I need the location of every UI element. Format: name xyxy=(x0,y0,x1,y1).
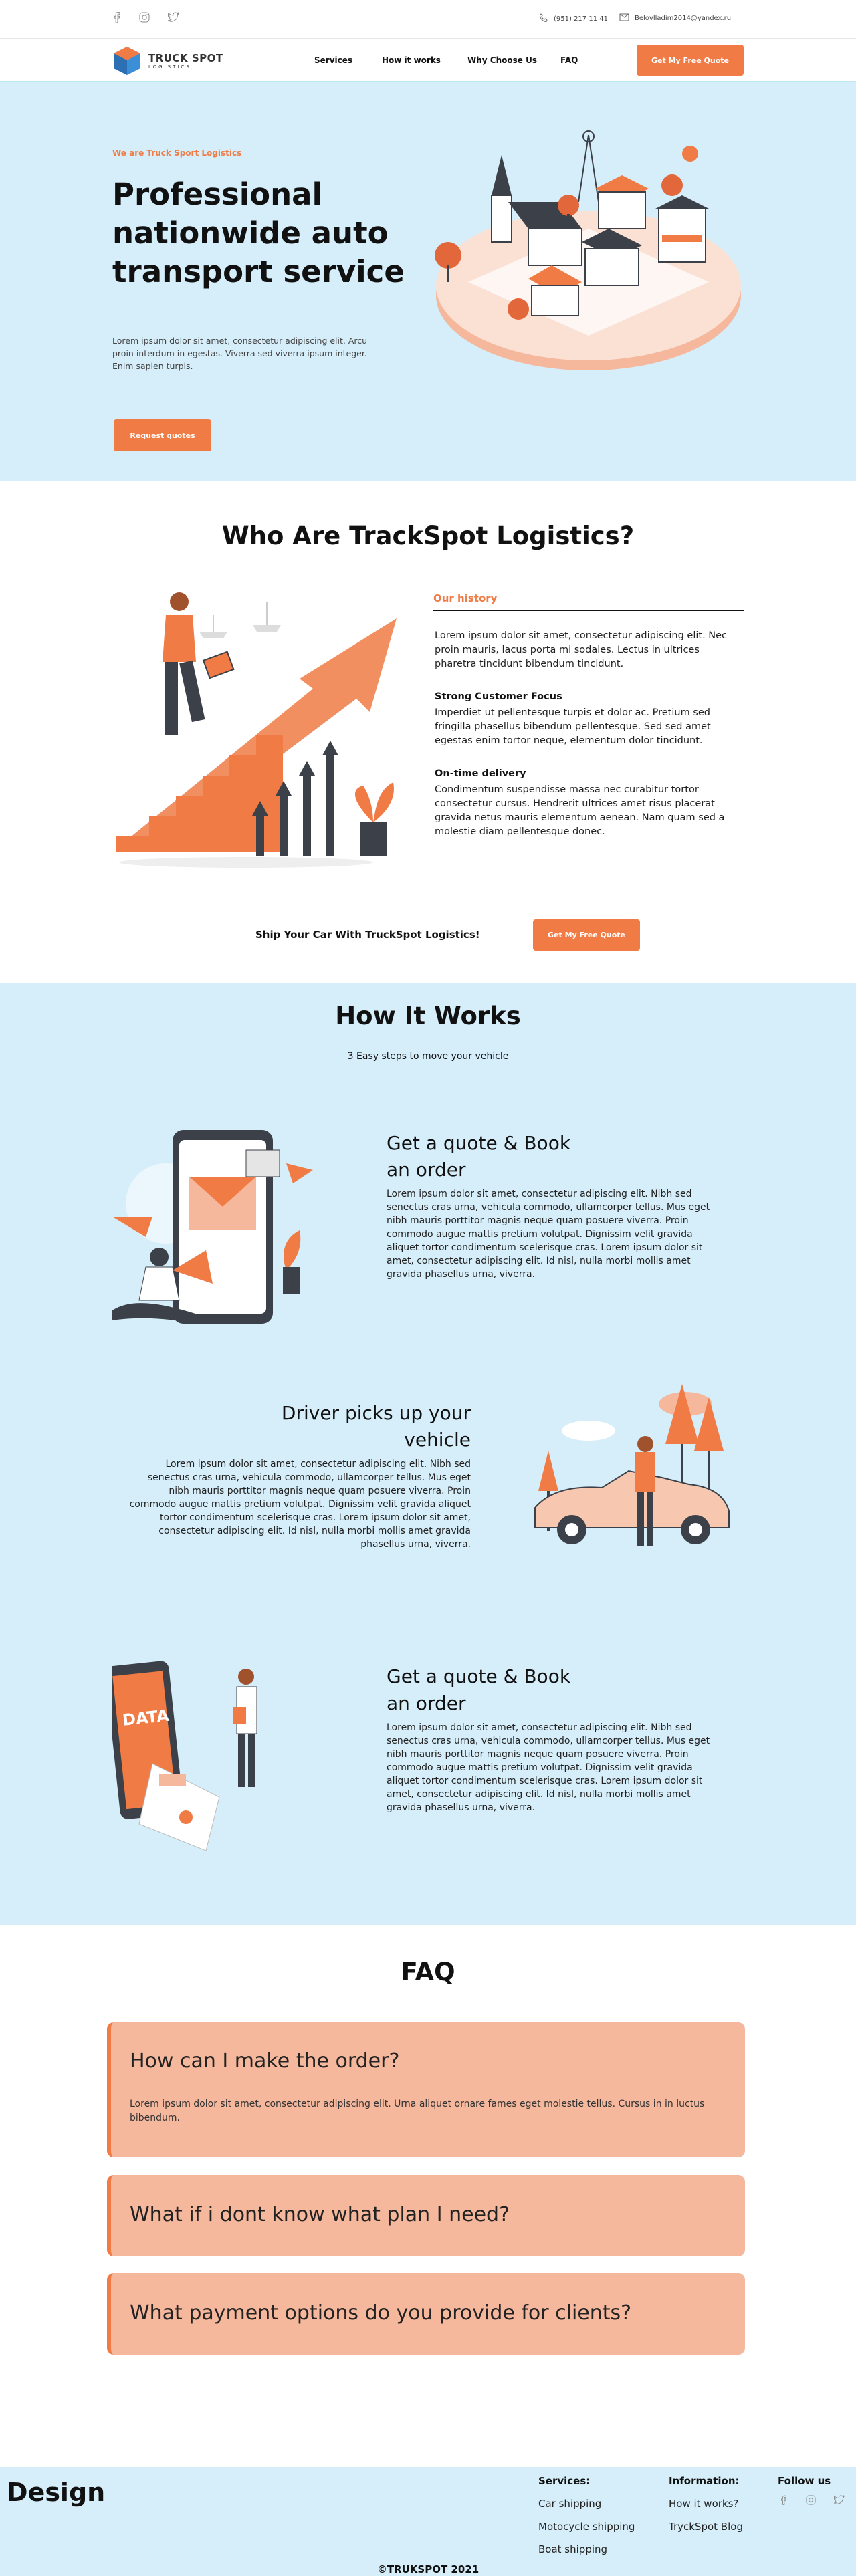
ship-cta-text: Ship Your Car With TruckSpot Logistics! xyxy=(255,929,480,941)
hero-eyebrow: We are Truck Sport Logistics xyxy=(112,148,242,158)
footer-link-motorcycle-shipping[interactable]: Motocycle shipping xyxy=(538,2521,635,2533)
step-1-title: Get a quote & Book an order xyxy=(387,1132,571,1181)
step-2-body: Lorem ipsum dolor sit amet, consectetur … xyxy=(129,1459,471,1550)
who-title: Who Are TrackSpot Logistics? xyxy=(221,521,635,550)
faq-item-1[interactable]: How can I make the order? Lorem ipsum do… xyxy=(107,2022,745,2157)
phone-marketing-illustration xyxy=(112,1130,313,1324)
copyright: ©TRUKSPOT 2021 xyxy=(377,2563,479,2575)
faq-question: What if i dont know what plan I need? xyxy=(130,2203,510,2226)
nav-link-why-choose-us[interactable]: Why Choose Us xyxy=(467,55,537,65)
focus-title: Strong Customer Focus xyxy=(435,691,562,702)
email-contact[interactable]: Belovlladim2014@yandex.ru xyxy=(619,13,731,23)
focus-text: Imperdiet ut pellentesque turpis et dolo… xyxy=(435,707,711,746)
step-2-title: Driver picks up your vehicle xyxy=(281,1402,471,1451)
car-driver-illustration xyxy=(534,1384,730,1546)
nav-link-services[interactable]: Services xyxy=(314,55,352,65)
footer-instagram-icon[interactable] xyxy=(806,2495,816,2508)
how-title: How It Works xyxy=(335,1002,521,1030)
how-it-works-section: How It Works 3 Easy steps to move your v… xyxy=(0,983,856,1925)
history-text: Lorem ipsum dolor sit amet, consectetur … xyxy=(435,630,728,669)
delivery-text: Condimentum suspendisse massa nec curabi… xyxy=(435,784,725,837)
step-1-body: Lorem ipsum dolor sit amet, consectetur … xyxy=(387,1189,710,1280)
follow-heading: Follow us xyxy=(778,2475,831,2487)
faq-item-2[interactable]: What if i dont know what plan I need? xyxy=(107,2175,745,2256)
step-3-body: Lorem ipsum dolor sit amet, consectetur … xyxy=(387,1722,710,1813)
hero-title: Professional nationwide auto transport s… xyxy=(112,177,405,289)
ship-quote-button[interactable]: Get My Free Quote xyxy=(533,919,640,951)
town-illustration xyxy=(435,130,741,370)
history-label: Our history xyxy=(433,592,498,604)
nav-link-faq[interactable]: FAQ xyxy=(560,55,578,65)
history-divider xyxy=(433,610,744,611)
data-analytics-illustration: DATA xyxy=(112,1661,257,1851)
top-bar: (951) 217 11 41 Belovlladim2014@yandex.r… xyxy=(0,0,856,39)
faq-question: What payment options do you provide for … xyxy=(130,2301,632,2325)
twitter-icon[interactable] xyxy=(167,12,180,25)
faq-item-3[interactable]: What payment options do you provide for … xyxy=(107,2273,745,2355)
logo-icon xyxy=(114,47,140,75)
information-heading: Information: xyxy=(669,2475,740,2487)
faq-answer: Lorem ipsum dolor sit amet, consectetur … xyxy=(130,2099,705,2123)
faq-question: How can I make the order? xyxy=(130,2049,400,2073)
logo-text: TRUCK SPOT xyxy=(148,52,223,64)
phone-icon xyxy=(539,13,548,25)
request-quotes-button[interactable]: Request quotes xyxy=(114,419,211,451)
faq-title: FAQ xyxy=(401,1958,455,1986)
instagram-icon[interactable] xyxy=(139,12,150,25)
footer-link-how-it-works[interactable]: How it works? xyxy=(669,2498,738,2510)
step-3-title: Get a quote & Book an order xyxy=(387,1665,571,1714)
footer-brand: Design xyxy=(7,2478,106,2507)
footer: Design Services: Car shipping Motocycle … xyxy=(0,2467,856,2576)
delivery-title: On-time delivery xyxy=(435,768,526,779)
services-heading: Services: xyxy=(538,2475,591,2487)
facebook-icon[interactable] xyxy=(112,11,122,25)
footer-facebook-icon[interactable] xyxy=(780,2495,788,2508)
footer-link-boat-shipping[interactable]: Boat shipping xyxy=(538,2543,607,2555)
logo[interactable]: TRUCK SPOT LOGISTICS xyxy=(111,45,223,76)
footer-twitter-icon[interactable] xyxy=(833,2495,845,2508)
footer-link-car-shipping[interactable]: Car shipping xyxy=(538,2498,601,2510)
email-address: Belovlladim2014@yandex.ru xyxy=(635,15,732,22)
hero-subtitle: Lorem ipsum dolor sit amet, consectetur … xyxy=(112,336,368,371)
logo-subtext: LOGISTICS xyxy=(148,64,191,70)
phone-contact[interactable]: (951) 217 11 41 xyxy=(539,13,608,25)
mail-icon xyxy=(619,13,629,23)
how-subtitle: 3 Easy steps to move your vehicle xyxy=(347,1051,509,1062)
hero-section: We are Truck Sport Logistics Professiona… xyxy=(0,82,856,481)
growth-illustration xyxy=(116,592,397,868)
phone-number: (951) 217 11 41 xyxy=(554,15,608,23)
nav-link-how-it-works[interactable]: How it works xyxy=(382,55,441,65)
get-quote-button[interactable]: Get My Free Quote xyxy=(637,45,744,76)
footer-link-blog[interactable]: TryckSpot Blog xyxy=(669,2521,743,2533)
main-nav: TRUCK SPOT LOGISTICS Services How it wor… xyxy=(0,39,856,82)
